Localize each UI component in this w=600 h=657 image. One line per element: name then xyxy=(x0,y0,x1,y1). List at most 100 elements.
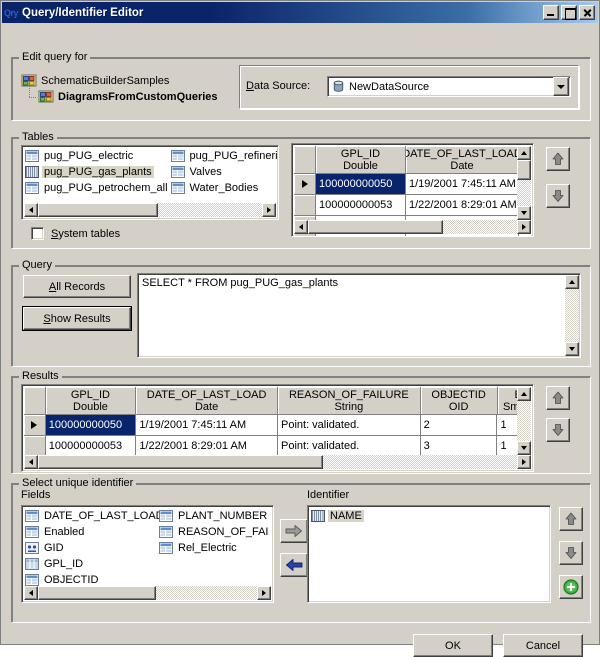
list-item[interactable]: GID xyxy=(24,540,158,556)
fields-hscrollbar[interactable] xyxy=(24,586,271,600)
table-row[interactable]: 100000000050 1/19/2001 7:45:11 AM Point:… xyxy=(24,415,531,436)
table-cell[interactable]: Point: validated. xyxy=(278,415,421,435)
column-header[interactable]: GPL_ID Double xyxy=(46,387,137,414)
show-results-button[interactable]: Show Results xyxy=(23,307,131,330)
cancel-button[interactable]: Cancel xyxy=(503,634,583,657)
list-item[interactable]: NAME xyxy=(310,508,364,524)
close-icon[interactable] xyxy=(579,5,595,20)
sql-vscrollbar[interactable] xyxy=(565,275,579,356)
minimize-icon[interactable] xyxy=(543,5,559,20)
table-cell[interactable]: 3 xyxy=(421,436,498,456)
scroll-up-icon[interactable] xyxy=(517,387,531,401)
table-cell[interactable]: 100000000050 xyxy=(316,174,406,194)
results-grid[interactable]: GPL_ID Double DATE_OF_LAST_LOAD Date REA… xyxy=(21,384,534,472)
vscroll-track[interactable] xyxy=(517,160,531,206)
all-records-button[interactable]: All Records xyxy=(23,275,131,298)
tables-move-down-button[interactable] xyxy=(546,184,570,208)
column-header[interactable]: DATE_OF_LAST_LOAD Date xyxy=(136,387,278,414)
scroll-down-icon[interactable] xyxy=(565,342,579,356)
tree-item-child[interactable]: DiagramsFromCustomQueries xyxy=(21,89,236,105)
hscroll-track[interactable] xyxy=(38,203,262,217)
column-header[interactable]: REASON_OF_FAILURE String xyxy=(278,387,421,414)
list-item[interactable]: pug_PUG_refineries xyxy=(170,148,279,164)
list-item[interactable]: Rel_Electric xyxy=(158,540,271,556)
identifier-listbox[interactable]: NAME xyxy=(307,505,551,603)
table-cell[interactable]: 1/19/2001 7:45:11 AM xyxy=(406,174,519,194)
table-cell[interactable]: Point: validated. xyxy=(278,436,421,456)
hscroll-track[interactable] xyxy=(38,455,517,469)
hscroll-track[interactable] xyxy=(38,586,257,600)
results-move-up-button[interactable] xyxy=(546,386,570,410)
scroll-down-icon[interactable] xyxy=(517,206,531,220)
data-source-combo[interactable]: NewDataSource xyxy=(327,76,571,97)
remove-from-identifier-button[interactable] xyxy=(280,553,308,577)
hscroll-thumb[interactable] xyxy=(38,203,158,217)
table-row[interactable]: 100000000050 1/19/2001 7:45:11 AM xyxy=(294,174,531,195)
scroll-left-icon[interactable] xyxy=(24,455,38,469)
hscroll-thumb[interactable] xyxy=(38,586,156,600)
title-bar[interactable]: Qry Query/Identifier Editor xyxy=(2,2,598,23)
scroll-right-icon[interactable] xyxy=(517,455,531,469)
table-cell[interactable]: 100000000053 xyxy=(46,436,137,456)
results-move-down-button[interactable] xyxy=(546,418,570,442)
row-selector[interactable] xyxy=(24,436,46,456)
chevron-down-icon[interactable] xyxy=(553,77,569,96)
row-selector[interactable] xyxy=(24,415,46,435)
system-tables-checkbox-row[interactable]: System tables xyxy=(31,227,120,240)
preview-grid-vscrollbar[interactable] xyxy=(517,146,531,220)
vscroll-track[interactable] xyxy=(565,289,579,342)
table-row[interactable]: 100000000053 1/22/2001 8:29:01 AM xyxy=(294,195,531,216)
list-item[interactable]: PLANT_NUMBER xyxy=(158,508,271,524)
scroll-left-icon[interactable] xyxy=(24,203,38,217)
results-hscrollbar[interactable] xyxy=(24,455,531,469)
column-header[interactable]: GPL_ID Double xyxy=(316,146,406,173)
identifier-new-button[interactable] xyxy=(559,575,583,599)
column-header[interactable]: DATE_OF_LAST_LOAD Date xyxy=(406,146,519,173)
table-cell[interactable]: 100000000050 xyxy=(46,415,137,435)
tables-preview-grid[interactable]: GPL_ID Double DATE_OF_LAST_LOAD Date 100… xyxy=(291,143,534,237)
maximize-icon[interactable] xyxy=(561,5,577,20)
table-cell[interactable]: 1/19/2001 7:45:11 AM xyxy=(136,415,278,435)
tables-listbox[interactable]: pug_PUG_electric pug_PUG_gas_plants xyxy=(21,145,279,220)
scroll-up-icon[interactable] xyxy=(565,275,579,289)
results-vscrollbar[interactable] xyxy=(517,387,531,455)
scroll-left-icon[interactable] xyxy=(294,220,308,234)
scroll-right-icon[interactable] xyxy=(517,220,531,234)
ok-button[interactable]: OK xyxy=(413,634,493,657)
list-item[interactable]: DATE_OF_LAST_LOAD xyxy=(24,508,158,524)
list-item[interactable]: pug_PUG_electric xyxy=(24,148,170,164)
table-cell[interactable]: 1/22/2001 8:29:01 AM xyxy=(136,436,278,456)
preview-grid-hscrollbar[interactable] xyxy=(294,220,531,234)
table-row[interactable]: 100000000053 1/22/2001 8:29:01 AM Point:… xyxy=(24,436,531,457)
table-cell[interactable]: 100000000053 xyxy=(316,195,406,215)
tables-move-up-button[interactable] xyxy=(546,147,570,171)
hscroll-thumb[interactable] xyxy=(308,220,443,234)
identifier-move-up-button[interactable] xyxy=(559,507,583,531)
hscroll-track[interactable] xyxy=(308,220,517,234)
identifier-move-down-button[interactable] xyxy=(559,541,583,565)
tree-item-root[interactable]: SchematicBuilderSamples xyxy=(21,73,236,89)
sql-textarea[interactable]: SELECT * FROM pug_PUG_gas_plants xyxy=(137,273,581,358)
scroll-right-icon[interactable] xyxy=(262,203,276,217)
list-item[interactable]: pug_PUG_petrochem_all xyxy=(24,180,170,196)
scroll-right-icon[interactable] xyxy=(257,586,271,600)
add-to-identifier-button[interactable] xyxy=(280,519,308,543)
scroll-down-icon[interactable] xyxy=(517,441,531,455)
scroll-up-icon[interactable] xyxy=(517,146,531,160)
fields-listbox[interactable]: DATE_OF_LAST_LOAD Enabled xyxy=(21,505,274,603)
vscroll-thumb[interactable] xyxy=(517,160,531,180)
system-tables-checkbox[interactable] xyxy=(31,227,44,240)
list-item[interactable]: GPL_ID xyxy=(24,556,158,572)
hscroll-thumb[interactable] xyxy=(38,455,323,469)
sql-text[interactable]: SELECT * FROM pug_PUG_gas_plants xyxy=(142,277,562,289)
list-item[interactable]: Water_Bodies xyxy=(170,180,279,196)
vscroll-track[interactable] xyxy=(517,401,531,441)
tables-list-hscrollbar[interactable] xyxy=(24,203,276,217)
row-selector[interactable] xyxy=(294,174,316,194)
scroll-left-icon[interactable] xyxy=(24,586,38,600)
column-header[interactable]: OBJECTID OID xyxy=(421,387,498,414)
list-item[interactable]: Valves xyxy=(170,164,279,180)
list-item[interactable]: Enabled xyxy=(24,524,158,540)
table-cell[interactable]: 1/22/2001 8:29:01 AM xyxy=(406,195,519,215)
list-item[interactable]: REASON_OF_FAI xyxy=(158,524,271,540)
